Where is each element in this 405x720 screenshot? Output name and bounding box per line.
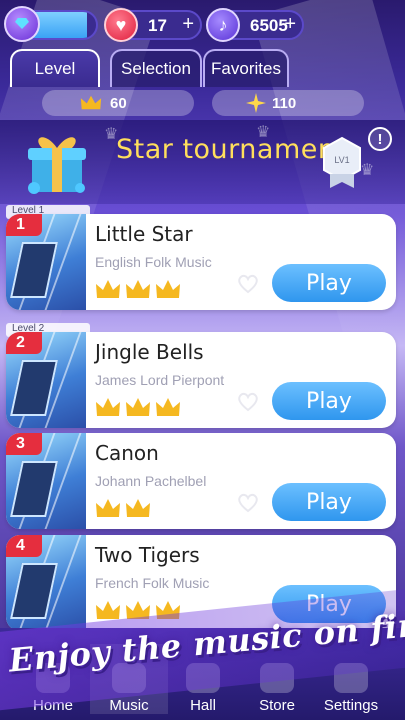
song-artist: James Lord Pierpont [95,372,225,388]
crown-icon [96,601,120,619]
hearts-value: 17 [148,16,167,35]
tab-selection[interactable]: Selection [110,49,202,87]
nav-store-label: Store [259,697,295,714]
favorite-heart-icon[interactable] [237,392,259,412]
crown-icon [96,280,120,298]
crown-icon [156,280,180,298]
play-button[interactable]: Play [272,483,386,521]
song-title: Two Tigers [95,543,200,567]
crown-rating [95,278,191,302]
add-hearts-icon[interactable]: + [182,13,194,36]
star-count: 110 [212,90,364,116]
music-note-icon: ♪ [206,8,240,42]
song-card-body: 3 Canon Johann Pachelbel Play [6,433,396,529]
crown-icon [156,398,180,416]
rank-badge: 4 [6,535,42,557]
tab-favorites[interactable]: Favorites [203,49,289,87]
song-card-body: 1 Little Star English Folk Music Play [6,214,396,310]
nav-settings-label: Settings [323,697,379,714]
song-card[interactable]: Level 2 2 Jingle Bells James Lord Pierpo… [6,323,396,428]
add-notes-icon[interactable]: + [284,13,296,36]
decor-crown-icon: ♛ [256,124,271,141]
crown-rating [95,396,191,420]
score-summary: 60 110 [42,90,364,116]
diamond-icon [4,6,40,42]
favorite-heart-icon[interactable] [237,274,259,294]
tournament-title: Star tournament [116,134,347,165]
play-button[interactable]: Play [272,382,386,420]
crown-rating [95,497,191,521]
nav-hall-label: Hall [190,697,216,714]
song-card-body: 2 Jingle Bells James Lord Pierpont Play [6,332,396,428]
play-button[interactable]: Play [272,264,386,302]
level-badge-text: LV1 [334,155,349,165]
rank-badge: 1 [6,214,42,236]
status-bar: ♥ 17 + ♪ 6505 + [4,6,399,44]
level-badge: LV1 [323,136,361,188]
gift-box-icon [28,137,86,194]
crown-icon [96,499,120,517]
nav-music-label: Music [109,697,149,714]
notes-counter[interactable]: ♪ 6505 + [206,8,304,42]
song-title: Little Star [95,222,193,246]
star-icon [246,93,266,113]
crown-icon [126,398,150,416]
heart-icon: ♥ [104,8,138,42]
decor-crown-icon: ♛ [104,126,119,143]
song-title: Canon [95,441,159,465]
tab-bar: Level Selection Favorites [10,49,395,87]
favorite-heart-icon[interactable] [237,493,259,513]
rank-badge: 2 [6,332,42,354]
crown-icon [126,499,150,517]
crown-count: 60 [42,90,194,116]
song-title: Jingle Bells [95,340,204,364]
info-icon[interactable]: ! [368,127,392,151]
app-screen: ♥ 17 + ♪ 6505 + Level Selection Favorite… [0,0,405,720]
song-artist: English Folk Music [95,254,212,270]
tab-level[interactable]: Level [10,49,100,87]
song-card[interactable]: 3 Canon Johann Pachelbel Play [6,433,396,529]
song-card[interactable]: Level 1 1 Little Star English Folk Music… [6,205,396,310]
crown-count-value: 60 [110,94,127,112]
hearts-counter[interactable]: ♥ 17 + [104,8,202,42]
crown-icon [80,95,102,110]
crown-icon [126,280,150,298]
notes-value: 6505 [250,16,288,35]
song-artist: Johann Pachelbel [95,473,207,489]
crown-icon [96,398,120,416]
rank-badge: 3 [6,433,42,455]
song-artist: French Folk Music [95,575,210,591]
star-count-value: 110 [272,94,297,112]
